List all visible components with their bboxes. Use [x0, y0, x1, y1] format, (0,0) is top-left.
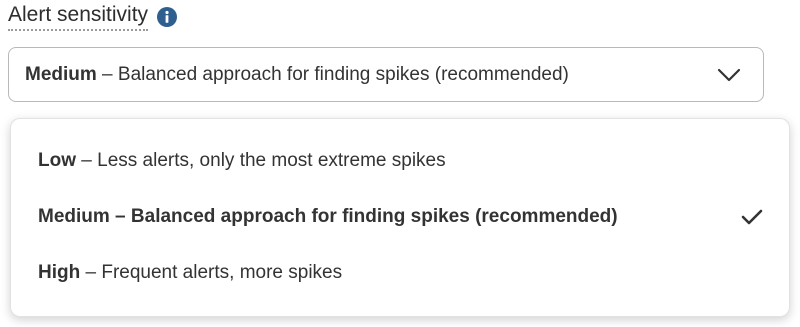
alert-sensitivity-field: Alert sensitivity Medium – Balanced appr… — [0, 0, 800, 327]
selected-level: Medium — [25, 63, 97, 85]
option-level: Low — [38, 150, 76, 171]
option-low[interactable]: Low – Less alerts, only the most extreme… — [38, 141, 769, 181]
option-description: Less alerts, only the most extreme spike… — [97, 150, 446, 171]
sensitivity-dropdown-menu: Low – Less alerts, only the most extreme… — [10, 118, 790, 317]
selected-description: Balanced approach for finding spikes (re… — [117, 63, 569, 85]
option-separator: – — [80, 262, 102, 283]
selected-separator: – — [96, 63, 118, 85]
sensitivity-select[interactable]: Medium – Balanced approach for finding s… — [8, 47, 764, 102]
option-separator: – — [109, 206, 131, 227]
option-separator: – — [76, 150, 98, 171]
field-label-row: Alert sensitivity — [8, 2, 178, 31]
option-description: Balanced approach for finding spikes (re… — [130, 206, 618, 227]
option-level: High — [38, 262, 81, 283]
option-high[interactable]: High – Frequent alerts, more spikes — [38, 253, 769, 293]
option-medium[interactable]: Medium – Balanced approach for finding s… — [38, 197, 769, 237]
option-level: Medium — [38, 206, 110, 227]
info-icon[interactable] — [156, 6, 178, 28]
chevron-down-icon[interactable] — [717, 65, 741, 85]
check-icon — [741, 208, 763, 226]
option-description: Frequent alerts, more spikes — [101, 262, 343, 283]
field-label: Alert sensitivity — [8, 2, 149, 31]
